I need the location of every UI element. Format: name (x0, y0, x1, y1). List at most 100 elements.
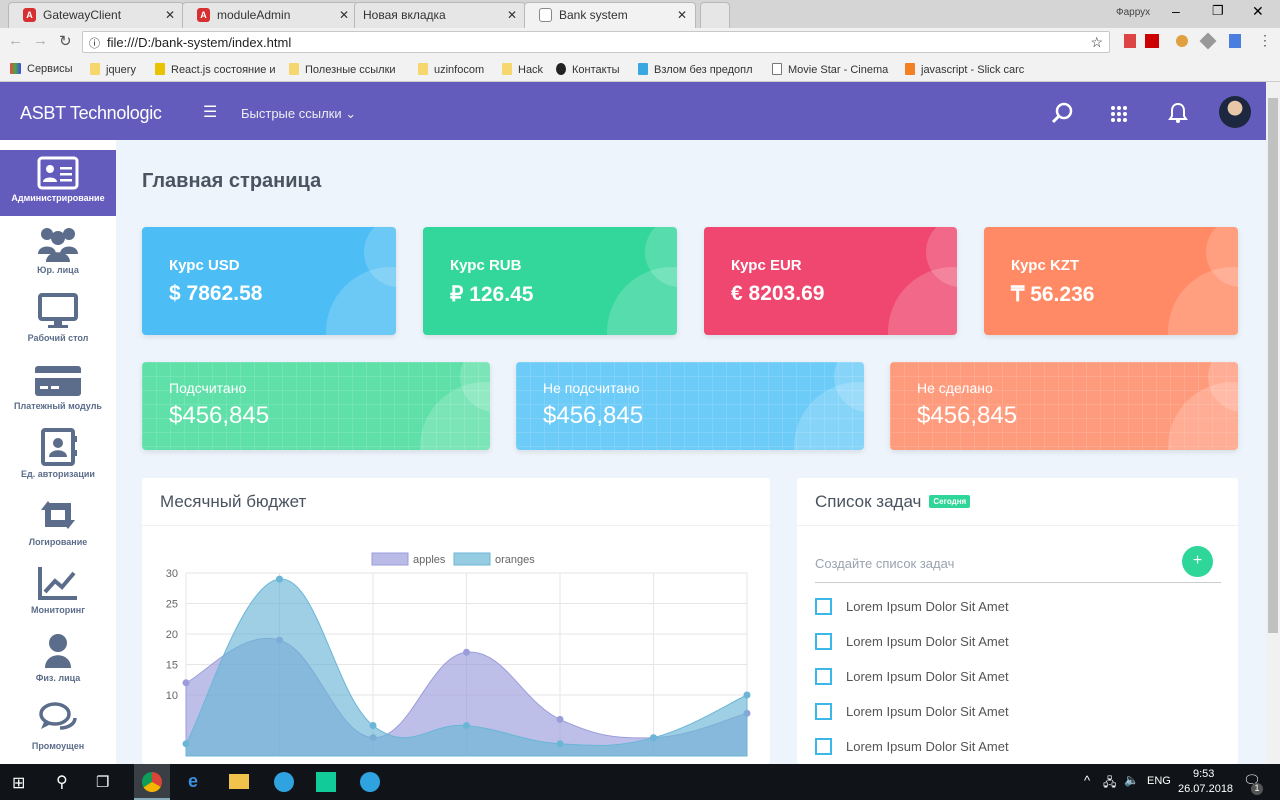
bookmark[interactable]: Контакты (556, 63, 620, 76)
profile-name[interactable]: Фаррух (1116, 7, 1150, 18)
sidebar-item-auth-units[interactable]: Ед. авторизации (0, 422, 116, 488)
desktop-icon (38, 293, 78, 328)
sidebar-item-promotion[interactable]: Промоущен (0, 694, 116, 760)
data-point-oranges (182, 740, 190, 748)
youtube-extension-icon[interactable] (1145, 34, 1159, 48)
bookmark[interactable]: React.js состояние и (155, 63, 276, 76)
telegram-icon[interactable] (360, 772, 380, 792)
bookmark[interactable]: javascript - Slick carc (905, 63, 1024, 76)
todo-item[interactable]: Lorem Ipsum Dolor Sit Amet (815, 703, 1009, 720)
task-view-icon[interactable]: ❐ (96, 773, 109, 791)
y-tick-label: 10 (166, 690, 178, 702)
close-tab-icon[interactable]: ✕ (507, 8, 517, 22)
file-explorer-icon[interactable] (229, 774, 249, 789)
todo-item[interactable]: Lorem Ipsum Dolor Sit Amet (815, 738, 1009, 755)
search-taskbar-icon[interactable]: ⚲ (56, 772, 68, 792)
todo-item[interactable]: Lorem Ipsum Dolor Sit Amet (815, 598, 1009, 615)
sidebar-item-legal-entities[interactable]: Юр. лица (0, 218, 116, 284)
sidebar-item-individuals[interactable]: Физ. лица (0, 626, 116, 692)
checkbox[interactable] (815, 668, 832, 685)
id-card-icon (37, 156, 79, 190)
clock-date[interactable]: 26.07.2018 (1178, 783, 1233, 795)
checkbox[interactable] (815, 738, 832, 755)
back-icon[interactable]: ← (8, 32, 23, 49)
network-icon[interactable]: 🖧 (1103, 773, 1116, 794)
sidebar-item-desktop[interactable]: Рабочий стол (0, 286, 116, 352)
stat-card-not-done: Не сделано $456,845 (890, 362, 1238, 450)
sidebar-item-monitoring[interactable]: Мониторинг (0, 558, 116, 624)
users-icon (38, 228, 78, 262)
data-point-apples (556, 715, 564, 723)
telegram-icon[interactable] (274, 772, 294, 792)
sidebar-item-payment[interactable]: Платежный модуль (0, 354, 116, 420)
close-tab-icon[interactable]: ✕ (165, 8, 175, 22)
list-menu-icon[interactable]: ☰ (203, 102, 217, 122)
new-tab-button[interactable] (700, 2, 730, 28)
sidebar-item-logging[interactable]: Логирование (0, 490, 116, 556)
checkbox[interactable] (815, 703, 832, 720)
quick-links-dropdown[interactable]: Быстрые ссылки ⌄ (241, 106, 356, 122)
bookmark-folder[interactable]: uzinfocom (418, 63, 484, 76)
bookmark-folder[interactable]: Полезные ссылки (289, 63, 396, 76)
restore-icon[interactable]: ❐ (1212, 3, 1224, 19)
stat-value: $456,845 (543, 402, 644, 429)
tray-chevron-icon[interactable]: ^ (1084, 773, 1090, 788)
browser-tab[interactable]: AmoduleAdmin ✕ (182, 2, 358, 28)
todo-input[interactable]: Создайте список задач (815, 548, 1221, 583)
bookmark-star-icon[interactable]: ☆ (1090, 34, 1103, 51)
chevron-down-icon: ⌄ (345, 106, 357, 121)
panel-title: Список задач (815, 492, 922, 511)
y-tick-label: 30 (166, 568, 178, 580)
bookmark-folder[interactable]: jquery (90, 63, 136, 76)
menu-icon[interactable]: ⋮ (1258, 32, 1272, 49)
windows-start-icon[interactable]: ⊞ (12, 773, 25, 793)
cookie-extension-icon[interactable] (1176, 35, 1188, 47)
close-tab-icon[interactable]: ✕ (339, 8, 349, 22)
todo-panel: Список задач Сегодня Создайте список зада… (797, 478, 1238, 764)
url-input[interactable]: ⓘ file:///D:/bank-system/index.html ☆ (82, 31, 1110, 53)
data-point-apples (182, 679, 190, 687)
clock-time[interactable]: 9:53 (1193, 768, 1214, 780)
add-task-button[interactable]: + (1182, 546, 1213, 577)
bookmark-label: Полезные ссылки (305, 64, 396, 76)
rate-card-rub: Курс RUB ₽ 126.45 (423, 227, 677, 335)
translate-extension-icon[interactable] (1229, 34, 1241, 48)
close-window-icon[interactable]: ✕ (1252, 3, 1264, 20)
extension-icon[interactable] (1199, 32, 1217, 50)
chrome-taskbar-button[interactable] (134, 764, 170, 800)
todo-item[interactable]: Lorem Ipsum Dolor Sit Amet (815, 633, 1009, 650)
search-icon[interactable] (1051, 102, 1073, 124)
gmail-extension-icon[interactable] (1124, 34, 1136, 48)
edge-icon[interactable]: e (188, 771, 198, 792)
todo-placeholder: Создайте список задач (815, 556, 955, 571)
browser-tab[interactable]: Новая вкладка ✕ (354, 2, 526, 28)
tab-label: GatewayClient (43, 8, 122, 22)
legend-swatch (371, 552, 409, 566)
reload-icon[interactable]: ↻ (59, 32, 72, 50)
checkbox[interactable] (815, 598, 832, 615)
brand-logo[interactable]: ASBT Technologic (20, 103, 162, 124)
browser-tab[interactable]: A GatewayClient ✕ (8, 2, 184, 28)
bookmark[interactable]: Movie Star - Cinema (772, 63, 888, 76)
todo-item[interactable]: Lorem Ipsum Dolor Sit Amet (815, 668, 1009, 685)
minimize-icon[interactable]: – (1172, 3, 1180, 19)
user-avatar[interactable] (1219, 96, 1251, 128)
sidebar-label: Ед. авторизации (21, 469, 95, 479)
checkbox[interactable] (815, 633, 832, 650)
scrollbar[interactable] (1266, 82, 1280, 764)
bookmark[interactable]: Взлом без предопл (638, 63, 753, 76)
forward-icon[interactable]: → (33, 32, 48, 49)
rate-label: Курс USD (169, 257, 240, 274)
stat-card-not-counted: Не подсчитано $456,845 (516, 362, 864, 450)
language-indicator[interactable]: ENG (1147, 775, 1171, 787)
rate-value: ₽ 126.45 (450, 283, 534, 306)
webstorm-icon[interactable] (316, 772, 336, 792)
browser-tab-active[interactable]: Bank system ✕ (524, 2, 696, 28)
bell-icon[interactable] (1167, 102, 1189, 124)
apps-grid-icon[interactable] (1111, 106, 1127, 122)
bookmark-folder[interactable]: Hack (502, 63, 543, 76)
close-tab-icon[interactable]: ✕ (677, 8, 687, 22)
sidebar-item-administration[interactable]: Администрирование (0, 150, 116, 216)
bookmark-apps[interactable]: Сервисы (10, 63, 73, 75)
volume-icon[interactable]: 🔈 (1124, 773, 1139, 787)
